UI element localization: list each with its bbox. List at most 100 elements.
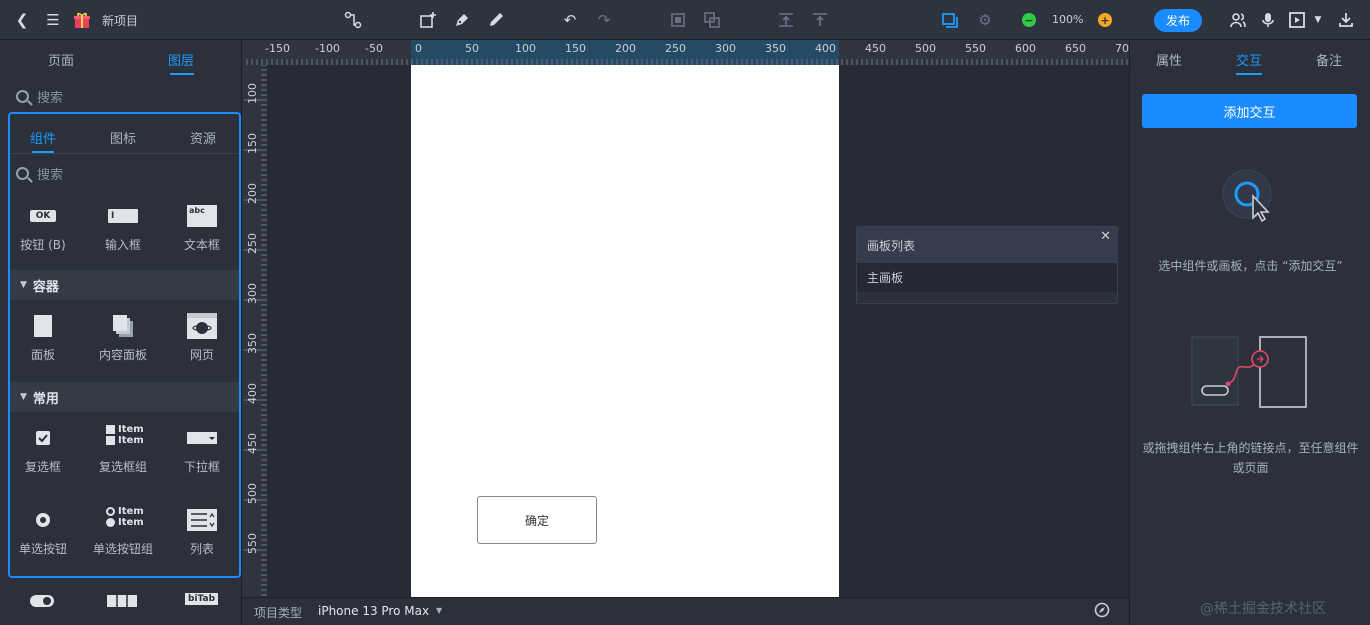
align-bottom-icon[interactable]: [810, 10, 830, 30]
close-icon[interactable]: ✕: [1100, 229, 1111, 244]
component-label: 下拉框: [183, 460, 220, 474]
menu-icon[interactable]: ☰: [43, 10, 63, 30]
component-input[interactable]: I 输入框: [88, 204, 158, 253]
align-top-icon[interactable]: [776, 10, 796, 30]
zoom-out-icon[interactable]: −: [1022, 13, 1036, 27]
component-label: 内容面板: [98, 348, 147, 362]
textarea-icon: abc: [187, 205, 217, 227]
pen-icon[interactable]: [452, 10, 472, 30]
publish-button[interactable]: 发布: [1154, 9, 1202, 32]
top-toolbar: ❮ ☰ 新项目 ↶ ↷ ⚙ − 100% + 发布 ▼: [0, 0, 1370, 40]
zoom-level[interactable]: 100%: [1052, 13, 1083, 26]
chevron-down-icon: ▼: [20, 280, 27, 290]
component-textarea[interactable]: abc 文本框: [167, 204, 237, 253]
tab-interactions[interactable]: 交互: [1236, 50, 1262, 69]
project-title[interactable]: 新项目: [102, 12, 138, 29]
redo-icon[interactable]: ↷: [594, 10, 614, 30]
tab-assets[interactable]: 资源: [190, 128, 216, 147]
connector-icon[interactable]: [343, 10, 363, 30]
horizontal-ruler: -150 -100 -50 0 50 100 150 200 250 300 350 400 450 50…: [242, 40, 1129, 65]
hint-select: 选中组件或画板，点击 “添加交互”: [1158, 259, 1343, 273]
tab-layers[interactable]: 图层: [168, 50, 194, 69]
component-content-panel[interactable]: 内容面板: [88, 314, 158, 363]
component-label: 网页: [189, 348, 214, 362]
bottom-bar: 项目类型 iPhone 13 Pro Max ▼: [242, 597, 1129, 625]
group-icon[interactable]: [668, 10, 688, 30]
search-icon: [16, 166, 29, 180]
artboard[interactable]: 确定: [411, 65, 839, 597]
confirm-button[interactable]: 确定: [477, 496, 597, 544]
component-button[interactable]: OK 按钮 (B): [10, 204, 78, 253]
back-icon[interactable]: ❮: [12, 10, 32, 30]
ruler-label: 550: [965, 42, 986, 55]
component-radio-group[interactable]: Item Item 单选按钮组: [88, 502, 158, 557]
ruler-label: 200: [246, 183, 259, 204]
pencil-icon[interactable]: [486, 10, 506, 30]
canvas[interactable]: 确定 画板列表 ✕ 主画板: [267, 65, 1129, 597]
search-placeholder: 搜索: [37, 167, 64, 183]
panel-icon: [34, 315, 52, 337]
component-label: 单选按钮: [18, 542, 67, 556]
preview-dropdown-icon[interactable]: ▼: [1308, 10, 1328, 30]
list-icon: [187, 509, 217, 531]
zoom-in-icon[interactable]: +: [1098, 13, 1112, 27]
radio-icon: [36, 513, 50, 527]
layers-search[interactable]: 搜索: [0, 79, 242, 113]
ruler-label: 550: [246, 533, 259, 554]
segmented-icon[interactable]: [107, 595, 137, 610]
board-list-title: 画板列表: [857, 227, 1117, 263]
button-icon: OK: [29, 210, 57, 222]
item-text: Item: [118, 506, 144, 517]
component-label: 列表: [189, 542, 214, 556]
ruler-label: 450: [246, 433, 259, 454]
library-tabs: 组件 图标 资源: [10, 114, 239, 154]
tab-underline: [170, 73, 194, 75]
ruler-label: 100: [515, 42, 536, 55]
ungroup-icon[interactable]: [702, 10, 722, 30]
chevron-down-icon: ▼: [20, 392, 27, 402]
item-text: Item: [118, 435, 144, 446]
undo-icon[interactable]: ↶: [560, 10, 580, 30]
tab-component-icon[interactable]: biTab: [185, 593, 219, 605]
component-checkbox[interactable]: 复选框: [10, 426, 78, 475]
ruler-label: -50: [365, 42, 383, 55]
component-dropdown[interactable]: 下拉框: [167, 426, 237, 475]
section-common[interactable]: ▼ 常用: [10, 382, 239, 412]
tab-icons[interactable]: 图标: [110, 128, 136, 147]
collaborators-icon[interactable]: [1228, 10, 1248, 30]
search-placeholder: 搜索: [37, 90, 64, 106]
ruler-label: 700: [1115, 42, 1129, 55]
component-list[interactable]: 列表: [167, 508, 237, 557]
tab-pages[interactable]: 页面: [48, 50, 74, 69]
device-select[interactable]: iPhone 13 Pro Max: [318, 604, 429, 618]
section-containers[interactable]: ▼ 容器: [10, 270, 239, 300]
ruler-label: 350: [246, 333, 259, 354]
chevron-down-icon[interactable]: ▼: [436, 606, 442, 615]
add-frame-icon[interactable]: [418, 10, 438, 30]
download-icon[interactable]: [1336, 10, 1356, 30]
gift-icon[interactable]: [72, 10, 92, 30]
component-library: 组件 图标 资源 搜索 OK 按钮 (B) I 输入框 abc 文本框 ▼ 容器: [8, 112, 241, 578]
component-webpage[interactable]: 网页: [167, 313, 237, 363]
microphone-icon[interactable]: [1258, 10, 1278, 30]
component-radio[interactable]: 单选按钮: [10, 508, 78, 557]
webpage-icon: [187, 313, 217, 339]
tab-notes[interactable]: 备注: [1316, 50, 1342, 69]
component-checkbox-group[interactable]: Item Item 复选框组: [88, 420, 158, 475]
settings-icon[interactable]: ⚙: [975, 10, 995, 30]
toggle-icon[interactable]: [30, 595, 54, 610]
component-search[interactable]: 搜索: [10, 156, 239, 190]
component-panel[interactable]: 面板: [10, 314, 78, 363]
preview-icon[interactable]: [1287, 10, 1307, 30]
ruler-label: 400: [815, 42, 836, 55]
checkbox-group-icon: Item Item: [88, 420, 158, 450]
radio-group-icon: Item Item: [88, 502, 158, 532]
board-list-item[interactable]: 主画板: [857, 263, 1117, 292]
left-panel: 页面 图层 搜索 组件 图标 资源 搜索 OK 按钮 (B) I 输入框 abc…: [0, 40, 242, 625]
tab-properties[interactable]: 属性: [1156, 50, 1182, 69]
compass-icon[interactable]: [1094, 602, 1110, 621]
device-frame-icon[interactable]: [940, 10, 960, 30]
left-tabs: 页面 图层: [0, 40, 242, 78]
tab-components[interactable]: 组件: [30, 128, 56, 147]
add-interaction-button[interactable]: 添加交互: [1142, 94, 1357, 128]
